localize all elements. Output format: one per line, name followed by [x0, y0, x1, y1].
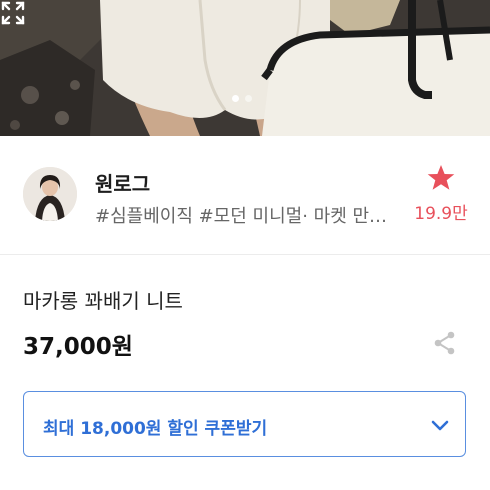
avatar[interactable]: [23, 167, 77, 221]
coupon-label: 최대 18,000원 할인 쿠폰받기: [43, 419, 268, 439]
chevron-down-icon: [431, 420, 449, 431]
carousel-dot[interactable]: [245, 95, 252, 102]
like-count: 19.9만: [414, 204, 468, 224]
seller-name[interactable]: 원로그: [95, 168, 150, 197]
expand-icon[interactable]: [0, 0, 26, 26]
seller-section: 원로그 #심플베이직 #모던 미니멀· 마켓 만… 19.9만: [0, 136, 490, 255]
product-price: 37,000원: [23, 334, 133, 360]
product-name: 마카롱 꽈배기 니트: [23, 289, 183, 313]
product-image-carousel[interactable]: [0, 0, 490, 136]
seller-tags: #심플베이직 #모던 미니멀· 마켓 만…: [95, 206, 388, 227]
share-icon[interactable]: [432, 330, 458, 356]
like-button[interactable]: 19.9만: [409, 164, 473, 224]
avatar-image: [23, 167, 77, 221]
coupon-button[interactable]: 최대 18,000원 할인 쿠폰받기: [23, 391, 466, 457]
carousel-dot-active[interactable]: [232, 95, 239, 102]
carousel-indicator: [232, 95, 252, 102]
star-icon: [427, 165, 455, 190]
product-photo: [0, 0, 490, 136]
